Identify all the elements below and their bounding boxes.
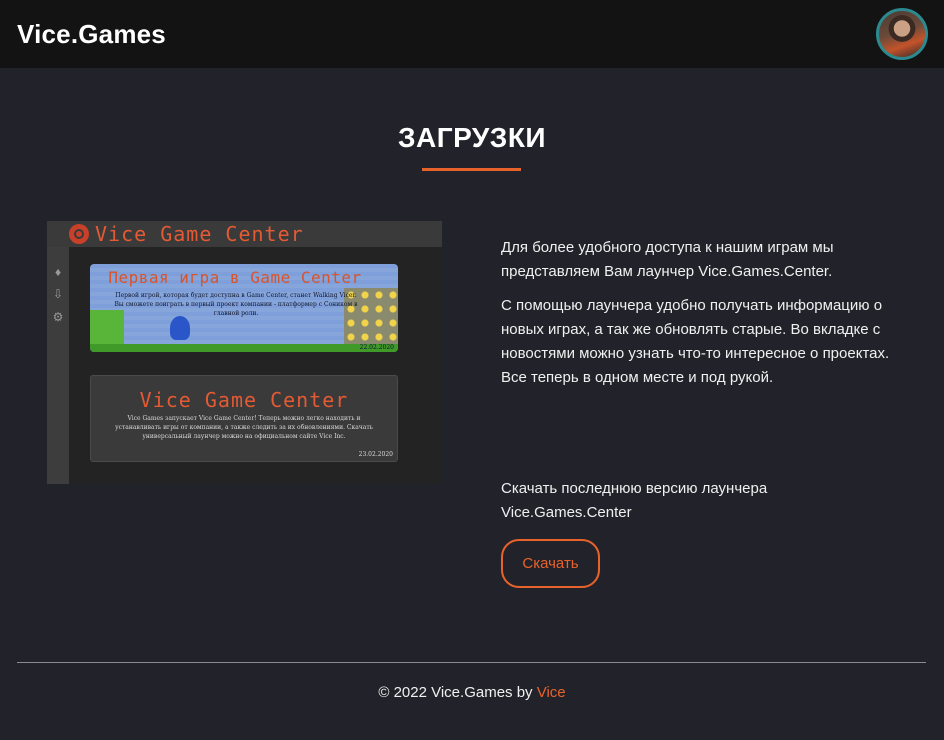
- footer-author-link[interactable]: Vice: [537, 684, 566, 701]
- user-avatar[interactable]: [876, 8, 928, 60]
- news-card-text: Первой игрой, которая будет доступна в G…: [114, 292, 358, 317]
- site-footer: © 2022 Vice.Games by Vice: [0, 684, 944, 701]
- footer-divider: [17, 662, 926, 663]
- download-icon: ⇩: [52, 287, 64, 301]
- launcher-screenshot: Vice Game Center ♦ ⇩ ⚙ Первая игра в Gam…: [47, 221, 442, 484]
- launcher-sidebar: ♦ ⇩ ⚙: [47, 247, 69, 484]
- footer-copyright: © 2022 Vice.Games by: [378, 684, 537, 701]
- bell-icon: ♦: [54, 265, 62, 279]
- vice-logo-icon: [69, 224, 89, 244]
- news-card-text: Vice Games запускает Vice Game Center! Т…: [115, 415, 373, 440]
- news-card-date: 22.02.2020: [359, 344, 394, 351]
- news-card: Vice Game Center Vice Games запускает Vi…: [90, 375, 398, 462]
- game-grass: [90, 344, 398, 352]
- page-title: ЗАГРУЗКИ: [397, 122, 547, 153]
- title-underline: [422, 168, 521, 171]
- description-paragraph: С помощью лаунчера удобно получать инфор…: [501, 297, 890, 386]
- download-caption: Скачать последнюю версию лаунчера Vice.G…: [501, 480, 768, 521]
- launcher-news-panel: Первая игра в Game Center Первой игрой, …: [69, 247, 442, 484]
- gear-icon: ⚙: [52, 310, 64, 324]
- sonic-character: [170, 316, 190, 340]
- download-button[interactable]: Скачать: [501, 539, 600, 588]
- launcher-title: Vice Game Center: [95, 222, 304, 246]
- description-paragraph: Для более удобного доступа к нашим играм…: [501, 239, 834, 280]
- news-card-date: 23.02.2020: [358, 451, 393, 458]
- site-header: Vice.Games: [0, 0, 944, 68]
- news-card-title: Первая игра в Game Center: [108, 268, 362, 287]
- launcher-description: Для более удобного доступа к нашим играм…: [501, 236, 901, 400]
- launcher-topbar: Vice Game Center: [47, 221, 442, 247]
- news-card-title: Vice Game Center: [139, 388, 349, 412]
- brand-logo-link[interactable]: Vice.Games: [17, 19, 166, 50]
- news-card: Первая игра в Game Center Первой игрой, …: [90, 264, 398, 352]
